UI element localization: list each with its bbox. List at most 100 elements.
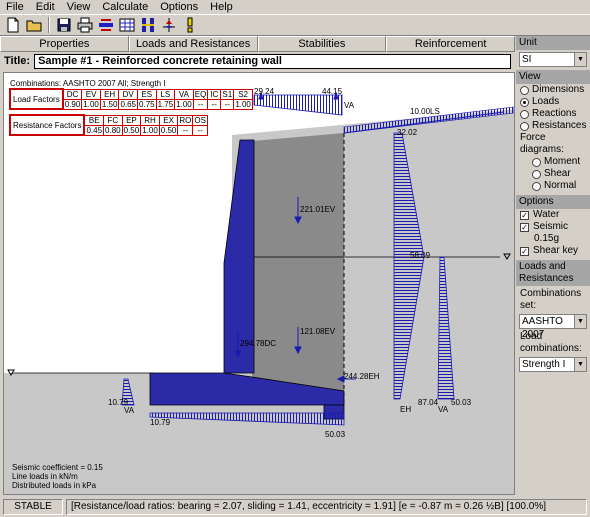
lf-header: LS <box>155 88 176 100</box>
force-diagrams-label: Force diagrams: <box>520 132 564 155</box>
seismic-checkbox[interactable]: ✓ Seismic <box>516 221 590 233</box>
ls-label: 10.00LS <box>410 107 440 116</box>
rf-header: OS <box>192 114 208 126</box>
view-loads-label: Loads <box>532 96 560 107</box>
lf-value: -- <box>192 98 209 110</box>
force-normal-label: Normal <box>544 180 577 191</box>
lf-header: VA <box>174 88 194 100</box>
lf-header: DC <box>62 88 83 100</box>
view-resistances-option[interactable]: Resistances <box>516 120 590 132</box>
side-panel: Unit SI ▼ View Dimensions Loads Reactions… <box>516 36 590 495</box>
view-dimensions-option[interactable]: Dimensions <box>516 84 590 96</box>
title-row: Title: Sample #1 - Reinforced concrete r… <box>0 53 515 69</box>
unit-select-value: SI <box>522 54 532 65</box>
lf-value: 0.75 <box>137 98 157 110</box>
combinations-set-select[interactable]: AASHTO 2007 ▼ <box>519 314 587 340</box>
tab-stabilities[interactable]: Stabilities <box>257 36 387 52</box>
force-moment-option[interactable]: Moment <box>516 156 590 168</box>
help-icon[interactable] <box>181 16 199 34</box>
line-loads-note: Line loads in kN/m <box>12 472 78 481</box>
unit-select[interactable]: SI ▼ <box>519 52 587 67</box>
tab-properties[interactable]: Properties <box>0 36 129 52</box>
lf-header: S1 <box>220 88 235 100</box>
shear-key-checkbox[interactable]: ✓ Shear key <box>516 245 590 257</box>
checkmark-icon: ✓ <box>520 222 529 232</box>
print-icon[interactable] <box>76 16 94 34</box>
wall-drawing <box>4 91 514 494</box>
shear-key-label: Shear key <box>533 245 579 256</box>
load-combinations-select[interactable]: Strength I ▼ <box>519 357 587 372</box>
radio-selected-icon <box>520 97 529 107</box>
va-top-label: VA <box>344 101 355 110</box>
dc-label: 294.78DC <box>240 339 277 348</box>
radio-icon <box>532 157 541 167</box>
radio-icon <box>520 121 529 131</box>
menu-options[interactable]: Options <box>154 0 204 14</box>
force-shear-option[interactable]: Shear <box>516 168 590 180</box>
resistance-factors-label: Resistance Factors <box>8 114 86 136</box>
status-bar: STABLE [Resistance/load ratios: bearing … <box>0 496 590 517</box>
title-field[interactable]: Sample #1 - Reinforced concrete retainin… <box>34 53 511 69</box>
view-resistances-label: Resistances <box>532 120 587 131</box>
menu-help[interactable]: Help <box>204 0 239 14</box>
lf-header: S2 <box>233 88 253 100</box>
lf-value: 1.00 <box>81 98 101 110</box>
unit-header: Unit <box>516 36 590 50</box>
rf-header: EX <box>158 114 179 126</box>
lf-value: 1.00 <box>233 98 253 110</box>
wall-design-icon[interactable] <box>97 16 115 34</box>
rf-header: BE <box>83 114 105 126</box>
checkmark-icon: ✓ <box>520 210 529 220</box>
toolbar <box>0 14 590 36</box>
loads-resistances-header: Loads and Resistances <box>516 260 590 286</box>
chevron-down-icon: ▼ <box>574 315 586 328</box>
table-icon[interactable] <box>118 16 136 34</box>
rf-value: 1.00 <box>140 124 160 136</box>
view-loads-option[interactable]: Loads <box>516 96 590 108</box>
columns-icon[interactable] <box>139 16 157 34</box>
seismic-value: 0.15g <box>534 233 560 244</box>
new-file-icon[interactable] <box>4 16 22 34</box>
menu-view[interactable]: View <box>61 0 97 14</box>
view-header: View <box>516 70 590 84</box>
combinations-text: Combinations: AASHTO 2007 All; Strength … <box>10 79 166 88</box>
va-left-label: VA <box>124 406 135 415</box>
view-reactions-label: Reactions <box>532 108 577 119</box>
rf-header: EP <box>121 114 142 126</box>
menu-file[interactable]: File <box>0 0 30 14</box>
rf-value: 0.50 <box>121 124 142 136</box>
water-checkbox[interactable]: ✓ Water <box>516 209 590 221</box>
resistance-factors-table: Resistance Factors BE FC EP RH EX RO OS … <box>8 114 208 136</box>
drawing-canvas[interactable]: Combinations: AASHTO 2007 All; Strength … <box>3 72 515 495</box>
lf-value: 1.00 <box>174 98 194 110</box>
lf-value: 1.75 <box>155 98 176 110</box>
toolbar-separator <box>48 17 50 33</box>
menu-calculate[interactable]: Calculate <box>96 0 154 14</box>
lf-value: 0.90 <box>62 98 83 110</box>
force-normal-option[interactable]: Normal <box>516 180 590 192</box>
seismic-coefficient-note: Seismic coefficient = 0.15 <box>12 463 103 472</box>
eh-bottom-value: 87.04 <box>418 398 439 407</box>
tab-reinforcement[interactable]: Reinforcement <box>386 36 515 52</box>
rf-value: 0.80 <box>103 124 123 136</box>
save-icon[interactable] <box>55 16 73 34</box>
va-top-load <box>253 94 343 116</box>
radio-icon <box>520 85 529 95</box>
lf-header: DV <box>118 88 139 100</box>
options-header: Options <box>516 195 590 209</box>
base-right-value: 50.03 <box>325 430 346 439</box>
tab-loads-and-resistances[interactable]: Loads and Resistances <box>128 36 258 52</box>
menu-edit[interactable]: Edit <box>30 0 61 14</box>
status-message: [Resistance/load ratios: bearing = 2.07,… <box>66 498 587 515</box>
rf-header: FC <box>103 114 123 126</box>
menu-bar: File Edit View Calculate Options Help <box>0 0 590 14</box>
lf-header: EV <box>81 88 101 100</box>
load-factors-label: Load Factors <box>9 88 64 110</box>
open-folder-icon[interactable] <box>25 16 43 34</box>
lf-header: EQ <box>192 88 209 100</box>
radio-icon <box>520 109 529 119</box>
rf-value: -- <box>177 124 194 136</box>
rf-header: RH <box>140 114 160 126</box>
view-reactions-option[interactable]: Reactions <box>516 108 590 120</box>
axis-icon[interactable] <box>160 16 178 34</box>
